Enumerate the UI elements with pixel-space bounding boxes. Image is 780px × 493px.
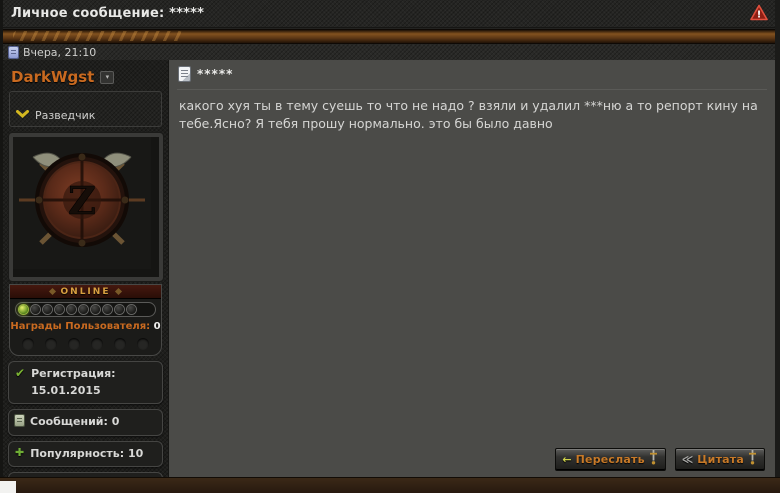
footer-corner-chip xyxy=(0,481,16,493)
stat-popularity-text: Популярность: 10 xyxy=(30,446,144,460)
forward-button[interactable]: ← Переслать xyxy=(555,448,666,471)
footer-strip xyxy=(0,477,780,493)
forward-button-label: Переслать xyxy=(575,453,645,466)
online-status-bar: ONLINE xyxy=(10,285,161,299)
orb xyxy=(67,305,76,314)
quote-button-label: Цитата xyxy=(697,453,744,466)
award-slot xyxy=(68,338,80,350)
orb-active xyxy=(19,305,28,314)
message-pane: ***** какого хуя ты в тему суешь то что … xyxy=(168,60,775,478)
award-slot xyxy=(114,338,126,350)
orb xyxy=(79,305,88,314)
private-message-page: Личное сообщение: ***** ! Вчера, 21:10 D… xyxy=(0,0,780,493)
svg-text:!: ! xyxy=(757,9,762,20)
quote-button[interactable]: ≪ Цитата xyxy=(674,448,765,471)
stat-registration-text: Регистрация: 15.01.2015 xyxy=(31,367,116,397)
reputation-orbs xyxy=(15,302,156,317)
message-date-icon xyxy=(9,46,18,58)
stat-popularity: ✚ Популярность: 10 xyxy=(8,440,163,467)
orb xyxy=(115,305,124,314)
message-icon xyxy=(179,67,190,81)
rank-chevron-icon xyxy=(16,103,29,122)
online-status-label: ONLINE xyxy=(60,286,111,297)
user-status-box: ONLINE Награды Пользователя: 0 xyxy=(9,284,162,356)
sword-icon xyxy=(649,449,658,470)
flourish-icon xyxy=(48,287,56,296)
post-date-bar: Вчера, 21:10 xyxy=(3,44,775,61)
username-link[interactable]: DarkWgst xyxy=(11,68,94,86)
user-avatar[interactable]: Z xyxy=(7,132,164,282)
award-slot xyxy=(91,338,103,350)
user-dropdown-icon[interactable]: ▾ xyxy=(100,70,115,84)
svg-text:Z: Z xyxy=(68,178,96,223)
orb xyxy=(91,305,100,314)
title-separator xyxy=(177,89,767,90)
award-slot xyxy=(137,338,149,350)
page-title: Личное сообщение: ***** xyxy=(11,6,205,21)
awards-count: 0 xyxy=(153,321,161,332)
orb xyxy=(103,305,112,314)
stat-messages-text: Сообщений: 0 xyxy=(30,415,120,428)
forward-arrow-icon: ← xyxy=(562,453,572,466)
message-title: ***** xyxy=(197,67,234,81)
awards-label: Награды Пользователя: 0 xyxy=(10,321,161,332)
titlebar: Личное сообщение: ***** xyxy=(3,0,775,28)
award-slot xyxy=(45,338,57,350)
orb xyxy=(55,305,64,314)
username-row: DarkWgst ▾ xyxy=(3,60,168,89)
post-date: Вчера, 21:10 xyxy=(23,45,97,59)
user-rank-label: Разведчик xyxy=(35,109,96,122)
flourish-icon xyxy=(115,287,123,296)
user-rank-plate: Разведчик xyxy=(9,91,162,127)
message-title-row: ***** xyxy=(179,67,233,81)
check-icon: ✔ xyxy=(15,366,26,380)
report-warning-icon[interactable]: ! xyxy=(750,4,768,21)
action-buttons: ← Переслать ≪ Цитата xyxy=(555,448,765,471)
quote-chevron-icon: ≪ xyxy=(681,453,694,466)
bronze-divider-strip xyxy=(3,29,775,44)
right-border xyxy=(775,0,780,493)
orb xyxy=(43,305,52,314)
plus-icon: ✚ xyxy=(15,445,25,459)
user-sidebar: DarkWgst ▾ Разведчик Z ONLINE Награды По… xyxy=(3,60,168,493)
stat-registration: ✔ Регистрация: 15.01.2015 xyxy=(8,361,163,404)
orb xyxy=(127,305,136,314)
award-slots xyxy=(10,338,161,350)
messages-icon xyxy=(15,415,24,426)
orb xyxy=(31,305,40,314)
stat-messages: Сообщений: 0 xyxy=(8,409,163,436)
post-body: DarkWgst ▾ Разведчик Z ONLINE Награды По… xyxy=(3,60,775,493)
sword-icon xyxy=(748,449,757,470)
awards-text: Награды Пользователя: xyxy=(10,321,151,332)
message-text: какого хуя ты в тему суешь то что не над… xyxy=(179,98,758,131)
award-slot xyxy=(22,338,34,350)
